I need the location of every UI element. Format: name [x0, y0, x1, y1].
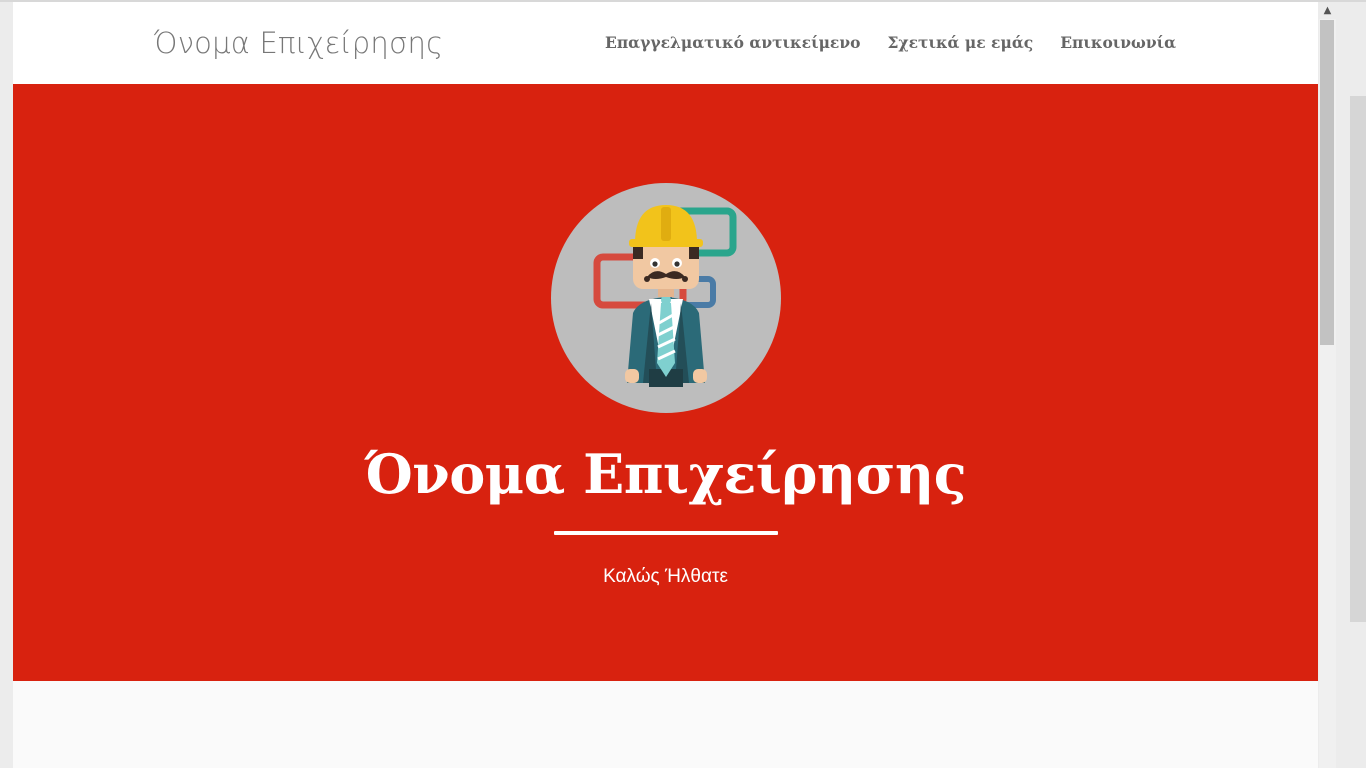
page: Όνομα Επιχείρησης Επαγγελματικό αντικείμ… — [13, 2, 1318, 768]
nav-link-about[interactable]: Σχετικά με εμάς — [887, 33, 1033, 52]
construction-worker-avatar-icon — [551, 183, 781, 413]
nav-link-services[interactable]: Επαγγελματικό αντικείμενο — [605, 33, 860, 52]
navbar: Όνομα Επιχείρησης Επαγγελματικό αντικείμ… — [13, 2, 1318, 84]
hero-title: Όνομα Επιχείρησης — [364, 442, 967, 506]
main-nav: Επαγγελματικό αντικείμενο Σχετικά με εμά… — [605, 33, 1176, 52]
hero-subtitle: Καλώς Ήλθατε — [603, 566, 728, 587]
hero-divider — [554, 531, 778, 535]
scroll-up-arrow-icon[interactable]: ▲ — [1319, 2, 1336, 19]
brand-logo-text[interactable]: Όνομα Επιχείρησης — [154, 26, 443, 60]
hero-section: Όνομα Επιχείρησης Καλώς Ήλθατε — [13, 84, 1318, 681]
outer-scrollbar — [1350, 96, 1366, 622]
scrollbar-thumb[interactable] — [1320, 20, 1334, 345]
nav-link-contact[interactable]: Επικοινωνία — [1060, 33, 1176, 52]
